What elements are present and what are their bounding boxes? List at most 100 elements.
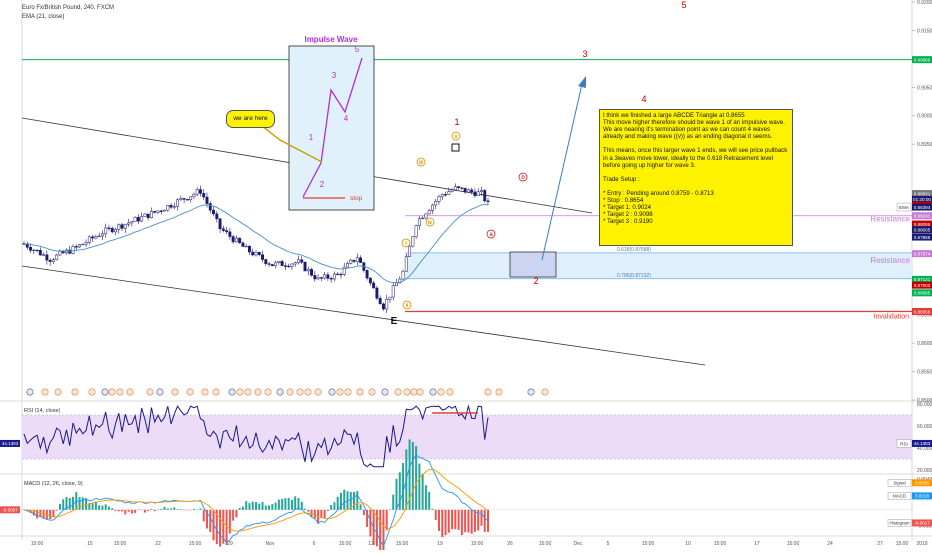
candle-body	[473, 191, 477, 197]
candle-body	[163, 209, 166, 212]
price-tick-label: 0.86000	[917, 341, 932, 347]
candle-body	[401, 270, 405, 280]
candle-body	[120, 224, 124, 229]
candle-body	[199, 189, 202, 194]
chart-root: 0.920000.915000.905000.900000.895000.885…	[0, 0, 932, 554]
time-tick-label: Dec	[574, 541, 583, 547]
macd-histogram-bar	[343, 489, 346, 510]
event-marker	[296, 388, 304, 396]
rsi-badge-text: 44.1383	[914, 441, 931, 446]
big-wave-label: 2	[533, 276, 538, 286]
candle-body	[316, 277, 320, 280]
event-marker	[356, 388, 364, 396]
event-marker	[228, 388, 236, 396]
price-tick-label: 0.90500	[917, 85, 932, 91]
event-marker	[527, 388, 535, 396]
subwave-label: ii	[406, 303, 408, 309]
macd-histogram-bar	[304, 508, 307, 510]
macd-histogram-bar	[98, 505, 101, 510]
impulse-wave-label: 3	[332, 71, 337, 80]
candle-body	[450, 189, 454, 192]
candle-body	[381, 303, 385, 310]
candle-body	[104, 227, 108, 235]
macd-histogram-bar	[418, 463, 421, 510]
macd-histogram-bar	[235, 509, 238, 518]
candle-body	[58, 251, 62, 256]
time-tick-label: 15:00	[787, 541, 800, 547]
candle-body	[182, 198, 186, 200]
macd-histogram-bar	[326, 509, 329, 511]
candle-body	[136, 217, 140, 222]
e-label: E	[391, 316, 398, 327]
candle-body	[55, 254, 59, 260]
candle-body	[251, 251, 255, 256]
macd-histogram-bar	[277, 499, 280, 510]
macd-histogram-bar	[369, 509, 372, 537]
candle-body	[254, 252, 258, 256]
event-marker	[212, 388, 220, 396]
macd-histogram-bar	[297, 497, 300, 510]
price-badge-text: 0.88241	[914, 214, 931, 219]
macd-histogram-bar	[460, 509, 463, 535]
candle-body	[290, 263, 294, 267]
macd-histogram-bar	[441, 509, 444, 538]
price-badge-text: 0.87866	[914, 235, 931, 240]
event-marker	[381, 388, 389, 396]
event-marker	[201, 388, 209, 396]
macd-histogram-bar	[245, 501, 248, 510]
candle-body	[385, 299, 389, 310]
candle-body	[480, 190, 483, 192]
candle-body	[486, 200, 490, 202]
big-wave-label: 1	[454, 117, 459, 127]
impulse-wave-title: Impulse Wave	[304, 35, 358, 44]
macd-histogram-bar	[251, 501, 254, 510]
macd-histogram-bar	[323, 509, 326, 519]
event-marker	[410, 388, 418, 396]
candle-body	[261, 254, 264, 260]
macd-histogram-bar	[473, 509, 476, 532]
candle-body	[332, 273, 336, 280]
fib-zone	[405, 252, 912, 279]
candle-body	[476, 191, 480, 197]
macd-histogram-bar	[287, 497, 290, 510]
rsi-value-label: RSI	[900, 441, 908, 446]
macd-histogram-bar	[94, 501, 97, 510]
macd-histogram-bar	[238, 508, 241, 510]
macd-histogram-bar	[127, 509, 130, 512]
event-marker	[328, 388, 336, 396]
macd-histogram-bar	[261, 501, 264, 510]
candle-body	[130, 221, 134, 224]
macd-histogram-bar	[150, 509, 153, 510]
candle-body	[395, 282, 398, 287]
event-marker	[26, 388, 34, 396]
macd-histogram-bar	[248, 503, 251, 510]
time-tick-label: 24	[827, 541, 833, 547]
macd-histogram-bar	[241, 506, 244, 510]
candle-body	[264, 259, 268, 264]
impulse-wave-label: 1	[309, 133, 314, 142]
candle-body	[241, 242, 245, 247]
macd-histogram-bar	[202, 509, 205, 522]
macd-histogram-bar	[101, 505, 104, 510]
candle-body	[234, 237, 238, 243]
candle-body	[352, 259, 356, 262]
candle-body	[149, 211, 153, 219]
candle-body	[74, 246, 78, 248]
candle-body	[97, 235, 101, 238]
macd-histogram-bar	[189, 509, 192, 511]
candle-body	[421, 217, 425, 220]
macd-histogram-bar	[228, 509, 231, 534]
candle-body	[185, 199, 189, 201]
candle-body	[35, 249, 39, 252]
candle-body	[483, 190, 487, 202]
candle-body	[212, 209, 215, 215]
candle-body	[100, 233, 104, 237]
macd-histogram-bar	[160, 508, 163, 510]
candle-body	[192, 193, 196, 197]
macd-histogram-bar	[330, 504, 333, 510]
candle-body	[375, 287, 379, 299]
candle-body	[45, 254, 49, 261]
macd-histogram-bar	[424, 485, 427, 510]
macd-histogram-bar	[444, 509, 447, 536]
macd-histogram-bar	[107, 506, 110, 510]
